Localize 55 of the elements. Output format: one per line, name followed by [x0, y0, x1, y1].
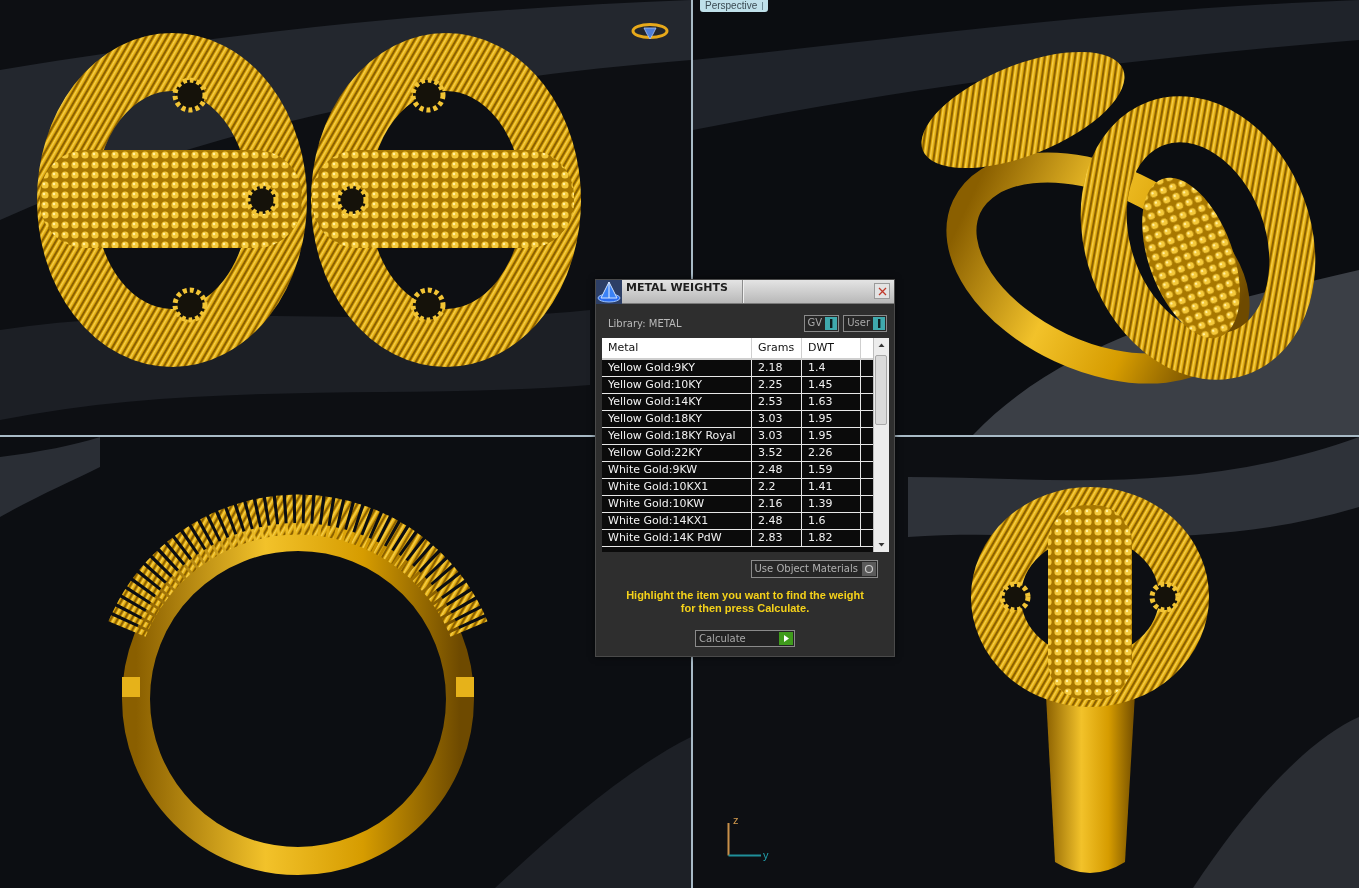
table-cell: 2.83 — [752, 530, 802, 546]
column-header[interactable]: Metal — [602, 338, 752, 358]
table-cell: White Gold:10KX1 — [602, 479, 752, 495]
table-cell: White Gold:9KW — [602, 462, 752, 478]
table-cell: Yellow Gold:10KY — [602, 377, 752, 393]
table-cell: 1.45 — [802, 377, 861, 393]
table-cell: 3.03 — [752, 428, 802, 444]
viewport-label-tab[interactable]: Perspective — [700, 0, 769, 12]
table-cell: 3.52 — [752, 445, 802, 461]
table-cell: White Gold:10KW — [602, 496, 752, 512]
table-cell: 1.39 — [802, 496, 861, 512]
table-cell: 1.95 — [802, 428, 861, 444]
table-cell: White Gold:14K PdW — [602, 530, 752, 546]
scrollbar[interactable] — [873, 338, 889, 552]
circle-icon — [862, 562, 876, 576]
dialog-title: METAL WEIGHTS — [626, 281, 729, 295]
table-cell: 1.59 — [802, 462, 861, 478]
calculate-button[interactable]: Calculate — [695, 630, 795, 647]
ring-icon[interactable] — [631, 21, 669, 41]
table-cell: 1.41 — [802, 479, 861, 495]
scrollbar-thumb[interactable] — [875, 355, 887, 425]
table-cell: 1.82 — [802, 530, 861, 546]
table-cell: 1.4 — [802, 360, 861, 376]
library-label: Library: METAL — [608, 316, 682, 331]
table-cell: 2.48 — [752, 513, 802, 529]
column-header[interactable]: DWT — [802, 338, 861, 358]
toggle-button[interactable]: GV — [803, 314, 840, 332]
axis-label: z — [733, 815, 739, 826]
table-cell: 2.25 — [752, 377, 802, 393]
axis-triad-drawing — [727, 823, 761, 857]
table-cell: 1.63 — [802, 394, 861, 410]
table-cell: 2.18 — [752, 360, 802, 376]
close-icon — [877, 286, 887, 296]
table-cell: 2.26 — [802, 445, 861, 461]
pyramid-icon — [596, 280, 622, 304]
instruction-text: Highlight the item you want to find the weight for then press Calculate. — [625, 589, 865, 615]
table-cell: 1.95 — [802, 411, 861, 427]
table-cell: Yellow Gold:9KY — [602, 360, 752, 376]
close-button[interactable] — [874, 283, 890, 299]
table-cell: 2.48 — [752, 462, 802, 478]
axis-label: y — [763, 850, 769, 861]
table-cell: 3.03 — [752, 411, 802, 427]
table-cell: 2.53 — [752, 394, 802, 410]
table-cell: Yellow Gold:22KY — [602, 445, 752, 461]
use-object-materials-button[interactable]: Use Object Materials — [750, 560, 878, 578]
table-cell: 2.16 — [752, 496, 802, 512]
viewport-label: Perspective — [705, 1, 758, 11]
table-cell: Yellow Gold:18KY Royal — [602, 428, 752, 444]
table-cell: 2.2 — [752, 479, 802, 495]
toggle-button[interactable]: User — [843, 314, 887, 332]
table-cell: White Gold:14KX1 — [602, 513, 752, 529]
table-cell: Yellow Gold:14KY — [602, 394, 752, 410]
column-header[interactable]: Grams — [752, 338, 802, 358]
table-cell: Yellow Gold:18KY — [602, 411, 752, 427]
table-cell: 1.6 — [802, 513, 861, 529]
